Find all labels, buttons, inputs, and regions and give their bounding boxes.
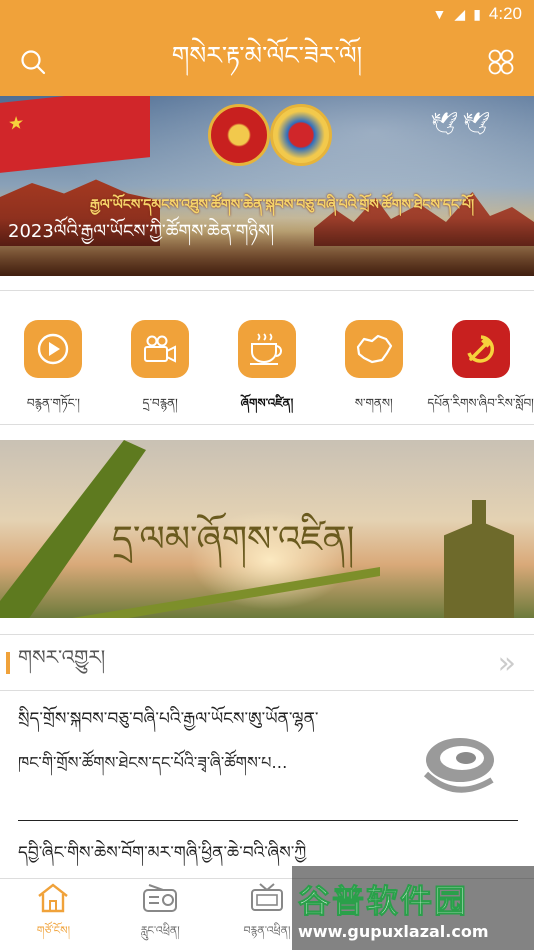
watermark-name: 谷普软件园 xyxy=(298,881,469,920)
news-title-line: ཁང་གི་གྲོས་ཚོགས་ཐེངས་དང་པོའི་ཟྭ་ཞི་ཚོགས་… xyxy=(18,753,288,772)
divider xyxy=(0,290,534,291)
tab-home[interactable]: གཙོ་ངོས། xyxy=(8,882,98,949)
signal-icon: ◢ xyxy=(454,5,466,22)
shortcut-label: ས་གནས། xyxy=(354,396,393,410)
play-icon xyxy=(38,333,69,365)
map-icon xyxy=(356,334,392,364)
promo-banner[interactable]: དྲ་ལམ་ཞོགས་འཛིན། xyxy=(0,440,534,618)
shortcut-label: དཔོན་རིགས་ཞིབ་རིས་སློབ། xyxy=(427,396,534,410)
tab-radio[interactable]: རླུང་འཕྲིན། xyxy=(115,882,205,949)
search-button[interactable] xyxy=(18,47,48,77)
divider xyxy=(0,424,534,425)
shortcut-label: ཞོགས་འཛིན། xyxy=(240,396,294,410)
shortcut-regions[interactable]: ས་གནས། xyxy=(324,298,424,424)
national-emblem-image xyxy=(208,104,270,166)
news-title-line: སྲིད་གྲོས་སྐབས་བཅུ་བཞི་པའི་རྒྱལ་ཡོངས་ཨུ་… xyxy=(18,709,319,729)
site-watermark: 谷普软件园 www.gupuxlazal.com xyxy=(292,866,534,950)
news-section-header: གསར་འགྱུར། » xyxy=(0,636,534,690)
shortcut-label: དྲ་བརྙན། xyxy=(142,396,178,410)
hero-banner[interactable]: ★ 🕊︎🕊︎ རྒྱལ་ཡོངས་དམངས་འཐུས་ཚོགས་ཆེན་སྐབས… xyxy=(0,96,534,276)
status-bar: ▼ ◢ ▮ 4:20 xyxy=(0,0,534,28)
tab-label: བརྙན་འཕྲིན། xyxy=(243,923,291,937)
tab-label: རླུང་འཕྲིན། xyxy=(140,923,180,937)
video-camera-icon xyxy=(144,335,177,363)
tv-icon xyxy=(250,882,283,911)
tab-label: གཙོ་ངོས། xyxy=(36,923,71,937)
tea-cup-icon xyxy=(249,333,282,365)
shortcut-morning[interactable]: ཞོགས་འཛིན། xyxy=(217,298,317,424)
divider xyxy=(18,820,518,821)
radio-icon xyxy=(143,883,178,912)
app-title: གསེར་རྟ་མེ་ལོང་ཟེར་ལོ། xyxy=(171,40,363,70)
news-thumbnail-logo-icon xyxy=(423,738,494,793)
shortcut-live[interactable]: བརྙན་གཏོང་། xyxy=(3,298,103,424)
news-title-line: དབྱི་ཞིང་གིས་ཆེས་བོག་མར་གཞི་ཕྱིན་ཆེ་བའི་… xyxy=(18,843,307,863)
status-time: 4:20 xyxy=(488,4,522,23)
banner-caption: 2023ལོའི་རྒྱལ་ཡོངས་ཀྱི་ཚོགས་ཆེན་གཉིས། xyxy=(8,221,275,242)
battery-icon: ▮ xyxy=(473,5,481,22)
app-header: གསེར་རྟ་མེ་ལོང་ཟེར་ལོ། xyxy=(0,28,534,96)
shortcut-label: བརྙན་གཏོང་། xyxy=(26,396,80,410)
cppcc-emblem-image xyxy=(270,104,332,166)
watermark-url: www.gupuxlazal.com xyxy=(298,921,489,941)
section-title: གསར་འགྱུར། xyxy=(18,645,106,669)
search-icon xyxy=(21,50,46,75)
shortcut-video[interactable]: དྲ་བརྙན། xyxy=(110,298,210,424)
section-accent-bar xyxy=(6,652,10,674)
doves-image: 🕊︎🕊︎ xyxy=(430,112,494,137)
party-emblem-icon xyxy=(466,335,494,363)
more-chevron-icon[interactable]: » xyxy=(498,646,517,681)
promo-title: དྲ་ལམ་ཞོགས་འཛིན། xyxy=(112,519,355,560)
wifi-icon: ▼ xyxy=(432,6,447,22)
home-icon xyxy=(38,882,69,912)
clover-grid-icon xyxy=(488,49,514,75)
shortcut-grid: བརྙན་གཏོང་། དྲ་བརྙན། ཞོགས་འཛིན། ས་གནས། ད… xyxy=(0,298,534,422)
divider xyxy=(0,690,534,691)
shortcut-party-study[interactable]: དཔོན་རིགས་ཞིབ་རིས་སློབ། xyxy=(427,298,534,424)
menu-grid-button[interactable] xyxy=(486,47,516,77)
news-item[interactable]: སྲིད་གྲོས་སྐབས་བཅུ་བཞི་པའི་རྒྱལ་ཡོངས་ཨུ་… xyxy=(0,700,534,810)
potala-silhouette-image xyxy=(444,500,514,618)
